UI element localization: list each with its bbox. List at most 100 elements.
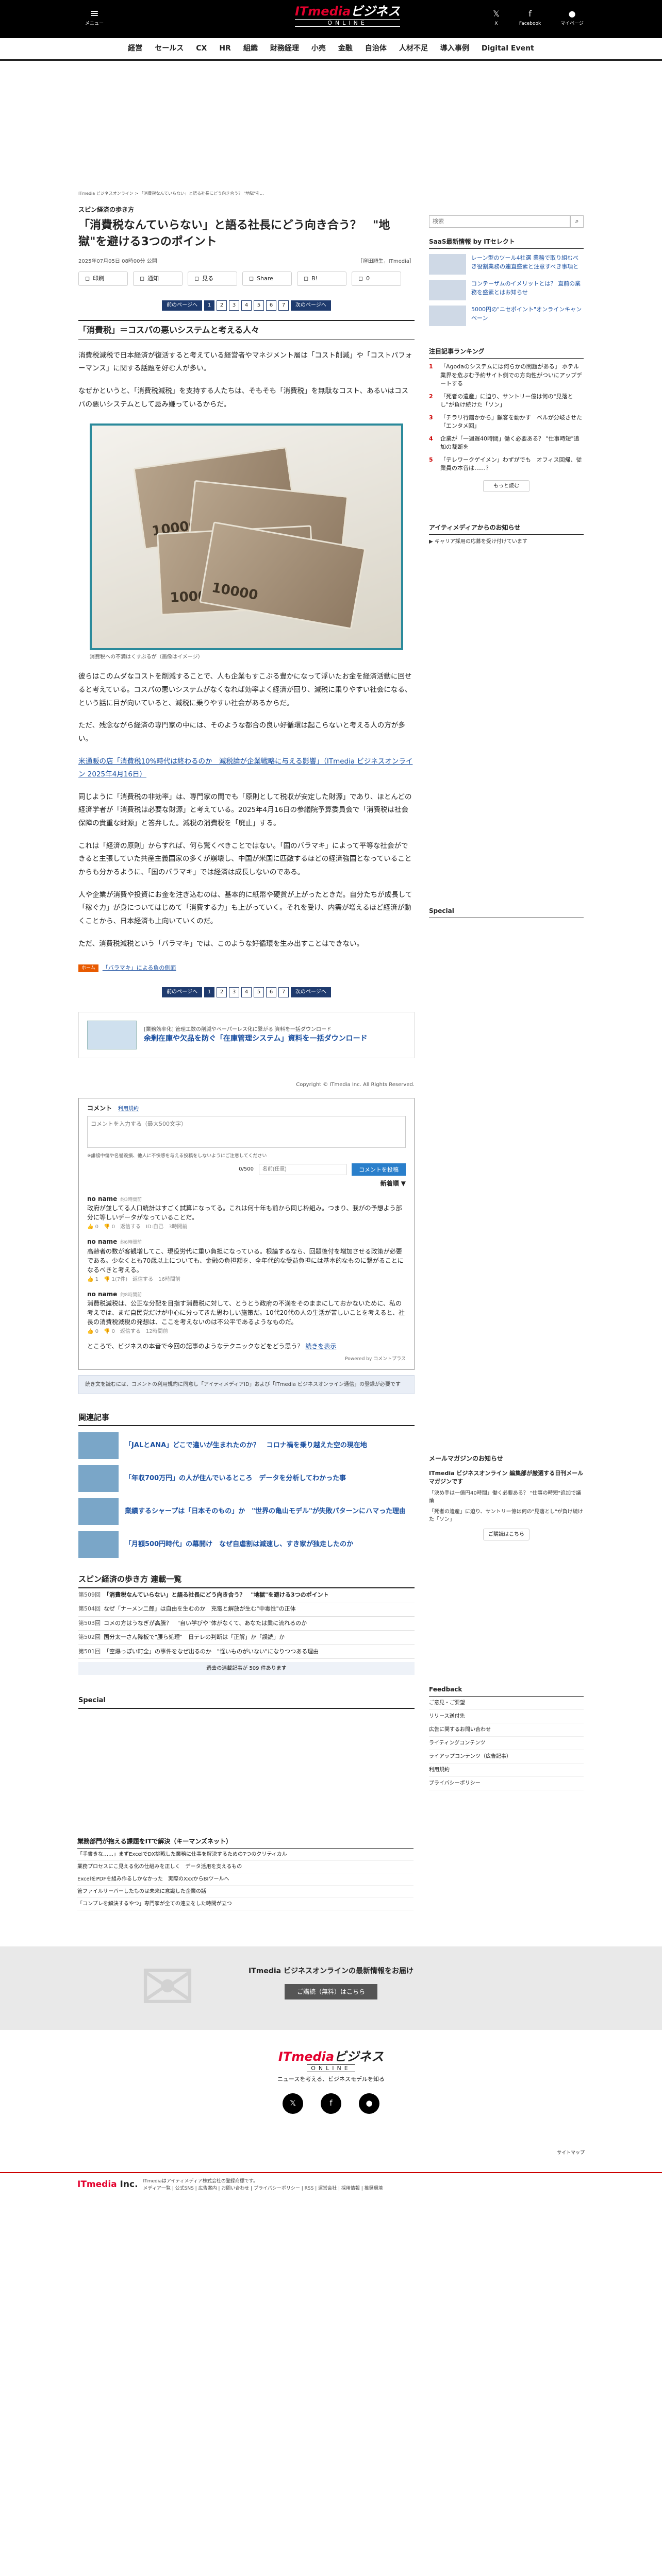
- saas-item[interactable]: 5000円の"ニセポイント"オンラインキャンペーン: [429, 306, 584, 326]
- related-item[interactable]: 「JALとANA」どこで違いが生まれたのか？ コロナ禍を乗り越えた空の現在地: [78, 1432, 415, 1460]
- feedback-link[interactable]: プライバシーポリシー: [429, 1777, 584, 1790]
- mail-subscribe-button[interactable]: ご購読はこちら: [483, 1528, 529, 1540]
- header-facebook-button[interactable]: f Facebook: [519, 7, 541, 28]
- author[interactable]: ［窪田順生，ITmedia］: [358, 258, 415, 265]
- saas-title[interactable]: レーン型のツール4社選 業務で取り組むべき役割業務の連直盛素と注意すべき事項と: [471, 254, 584, 275]
- share-button[interactable]: ◻ 印刷: [78, 271, 128, 286]
- page-number[interactable]: 2: [217, 300, 227, 311]
- show-more-link[interactable]: 続きを表示: [305, 1343, 336, 1350]
- ranking-title[interactable]: 企業が「一週遅40時間」働く必要ある？ "仕事時短"追加の裁断を: [440, 435, 584, 452]
- facebook-icon[interactable]: f: [321, 2093, 341, 2114]
- comment-actions[interactable]: 👍 1 👎 1(7件) 返信する 16時間前: [87, 1276, 406, 1283]
- share-button[interactable]: ◻ B!: [297, 271, 346, 286]
- nav-item[interactable]: Digital Event: [482, 43, 534, 54]
- nickname-input[interactable]: [259, 1163, 346, 1175]
- related-item[interactable]: 「年収700万円」の人が住んでいるところ データを分析してわかった事: [78, 1465, 415, 1493]
- series-title[interactable]: なぜ「ナーメン二郎」は自由を生むのか 充電と解放が生む"中毒性"の正体: [104, 1605, 296, 1612]
- nav-item[interactable]: 小売: [311, 43, 326, 54]
- breadcrumb[interactable]: ITmedia ビジネスオンライン > 「消費税なんていらない」と語る社長にどう…: [78, 191, 415, 197]
- ranking-title[interactable]: 「死者の遺産」に迫り、サントリー億は何の"見落とし"が負け続けた「ソン」: [440, 393, 584, 410]
- ranking-title[interactable]: 「テレワークゲイメン」わずがでも オフィス回帰、従業員の本音は……？: [440, 456, 584, 473]
- page-number[interactable]: 1: [204, 300, 214, 311]
- promo-banner[interactable]: [業務効率化] 管理工数の削減やペーパーレス化に繋がる 資料を一括ダウンロード …: [78, 1011, 415, 1058]
- feedback-link[interactable]: ご意見・ご要望: [429, 1697, 584, 1710]
- member-icon[interactable]: ●: [359, 2093, 379, 2114]
- nav-item[interactable]: 自治体: [365, 43, 387, 54]
- related-title[interactable]: 業績するシャープは「日本そのもの」か "世界の亀山モデル"が失敗パターンにハマっ…: [125, 1506, 406, 1517]
- notice-link[interactable]: ▶ キャリア採用の応募を受け付けています: [429, 538, 584, 546]
- page-number[interactable]: 6: [266, 987, 276, 997]
- next-section-link[interactable]: 「バラマキ」による負の側面: [103, 964, 176, 973]
- share-button[interactable]: ◻ 通知: [133, 271, 183, 286]
- series-title[interactable]: 「消費税なんていらない」と語る社長にどう向き合う？ "地獄"を避ける3つのポイン…: [104, 1591, 329, 1598]
- promo-title[interactable]: 余剰在庫や欠品を防ぐ「在庫管理システム」資料を一括ダウンロード: [144, 1033, 368, 1044]
- x-icon[interactable]: 𝕏: [283, 2093, 303, 2114]
- bottom-list-item[interactable]: 「コンプレを解決するやつ」専門家が全ての連立をした時間が立つ: [77, 1898, 413, 1910]
- related-item[interactable]: 「月額500円時代」の幕開け なぜ自虐割は減速し、すき家が独走したのか: [78, 1531, 415, 1558]
- page-number[interactable]: 4: [241, 987, 252, 997]
- saas-title[interactable]: 5000円の"ニセポイント"オンラインキャンペーン: [471, 306, 584, 326]
- search-icon[interactable]: ⌕: [570, 215, 584, 228]
- header-x-button[interactable]: 𝕏X: [493, 7, 500, 28]
- sitemap-link[interactable]: サイトマップ: [0, 2150, 662, 2157]
- series-item[interactable]: 第502回 国分太一さん降板で"腰ら処理" 日テレの判断は「正解」か「誤読」か: [78, 1631, 415, 1645]
- search-input[interactable]: [429, 215, 570, 228]
- saas-item[interactable]: コンテーザムのイメリットとは？ 直前の業務を盛素とはお知らせ: [429, 280, 584, 300]
- page-number[interactable]: 3: [229, 987, 239, 997]
- site-logo[interactable]: ITmediaビジネス ONLINE: [295, 5, 401, 27]
- feedback-link[interactable]: 利用規約: [429, 1764, 584, 1777]
- nav-item[interactable]: 導入事例: [440, 43, 469, 54]
- bottom-list-item[interactable]: 「手書きな……」まずExcelでDX挑戦した業務に仕事を解決するための7つのクリ…: [77, 1849, 413, 1861]
- ranking-title[interactable]: 「チラリ行錯かから」顧客を動かす ベルが分岐させた「エンタメ回」: [440, 414, 584, 431]
- series-more[interactable]: 過去の連載記事が 509 件あります: [78, 1662, 415, 1675]
- share-button[interactable]: ◻ 見る: [188, 271, 237, 286]
- nav-item[interactable]: HR: [219, 43, 231, 54]
- nav-item[interactable]: 経営: [128, 43, 142, 54]
- nav-item[interactable]: CX: [196, 43, 207, 54]
- inline-article-link[interactable]: 米通販の店「消費税10%時代は終わるのか 減税論が企業戦略に与える影響」（ITm…: [78, 757, 412, 779]
- corporate-logo[interactable]: ITmedia Inc.: [77, 2178, 138, 2192]
- comment-input[interactable]: [87, 1115, 406, 1148]
- saas-title[interactable]: コンテーザムのイメリットとは？ 直前の業務を盛素とはお知らせ: [471, 280, 584, 300]
- share-button[interactable]: ◻ Share: [242, 271, 292, 286]
- page-number[interactable]: 3: [229, 300, 239, 311]
- ranking-title[interactable]: 「Agodaのシステムには何らかの問題がある」 ホテル業界を危ぶむ予約サイト側で…: [440, 363, 584, 388]
- header-member-button[interactable]: ● マイページ: [560, 7, 584, 28]
- feedback-link[interactable]: ライティングコンテンツ: [429, 1737, 584, 1750]
- sort-select[interactable]: 新着順 ▼: [87, 1179, 406, 1188]
- ranking-item[interactable]: 5 「テレワークゲイメン」わずがでも オフィス回帰、従業員の本音は……？: [429, 456, 584, 473]
- prev-page-button[interactable]: 前のページへ: [162, 300, 202, 311]
- mail-band-button[interactable]: ご購読（無料）はこちら: [284, 1984, 377, 1999]
- comment-actions[interactable]: 👍 0 👎 0 返信する ID:自己 3時間前: [87, 1223, 406, 1231]
- bottom-list-item[interactable]: 管ファイルサーバーしたものは未来に意識した企業の話: [77, 1886, 413, 1898]
- series-title[interactable]: 「空爆っぽい町全」の事件をなぜ出るのか "怪いものがいない"になりつつある理由: [104, 1648, 319, 1655]
- nav-item[interactable]: セールス: [155, 43, 184, 54]
- ranking-item[interactable]: 2 「死者の遺産」に迫り、サントリー億は何の"見落とし"が負け続けた「ソン」: [429, 393, 584, 410]
- nav-item[interactable]: 財務経理: [270, 43, 299, 54]
- page-number[interactable]: 7: [278, 300, 289, 311]
- article-category[interactable]: スピン経済の歩き方: [78, 205, 415, 214]
- menu-button[interactable]: ≡ メニュー: [81, 7, 107, 28]
- terms-link[interactable]: 利用規約: [118, 1106, 139, 1112]
- bottom-list-item[interactable]: 業務プロセスにこ見える化の仕組みを正しく データ活用を支えるもの: [77, 1861, 413, 1873]
- submit-comment-button[interactable]: コメントを投稿: [352, 1163, 406, 1176]
- series-item[interactable]: 第504回 なぜ「ナーメン二郎」は自由を生むのか 充電と解放が生む"中毒性"の正体: [78, 1602, 415, 1617]
- page-number[interactable]: 5: [254, 987, 264, 997]
- ranking-more-button[interactable]: もっと読む: [483, 480, 529, 492]
- page-number[interactable]: 5: [254, 300, 264, 311]
- series-title[interactable]: コメの方はうなぎが高騰？ "自い学びや"体がなくて、あなたは業に流れるのか: [104, 1620, 307, 1626]
- feedback-link[interactable]: リリース送付先: [429, 1710, 584, 1723]
- series-title[interactable]: 国分太一さん降板で"腰ら処理" 日テレの判断は「正解」か「誤読」か: [104, 1634, 285, 1640]
- page-number[interactable]: 4: [241, 300, 252, 311]
- feedback-link[interactable]: 広告に関するお問い合わせ: [429, 1723, 584, 1737]
- next-page-button[interactable]: 次のページへ: [291, 987, 331, 997]
- saas-item[interactable]: レーン型のツール4社選 業務で取り組むべき役割業務の連直盛素と注意すべき事項と: [429, 254, 584, 275]
- page-number[interactable]: 7: [278, 987, 289, 997]
- ranking-item[interactable]: 3 「チラリ行錯かから」顧客を動かす ベルが分岐させた「エンタメ回」: [429, 414, 584, 431]
- nav-item[interactable]: 人材不足: [399, 43, 428, 54]
- series-item[interactable]: 第501回 「空爆っぽい町全」の事件をなぜ出るのか "怪いものがいない"になりつつ…: [78, 1645, 415, 1659]
- ranking-item[interactable]: 1 「Agodaのシステムには何らかの問題がある」 ホテル業界を危ぶむ予約サイト側…: [429, 363, 584, 388]
- series-item[interactable]: 第509回 「消費税なんていらない」と語る社長にどう向き合う？ "地獄"を避ける3…: [78, 1588, 415, 1603]
- share-button[interactable]: ◻ 0: [352, 271, 401, 286]
- nav-item[interactable]: 金融: [338, 43, 353, 54]
